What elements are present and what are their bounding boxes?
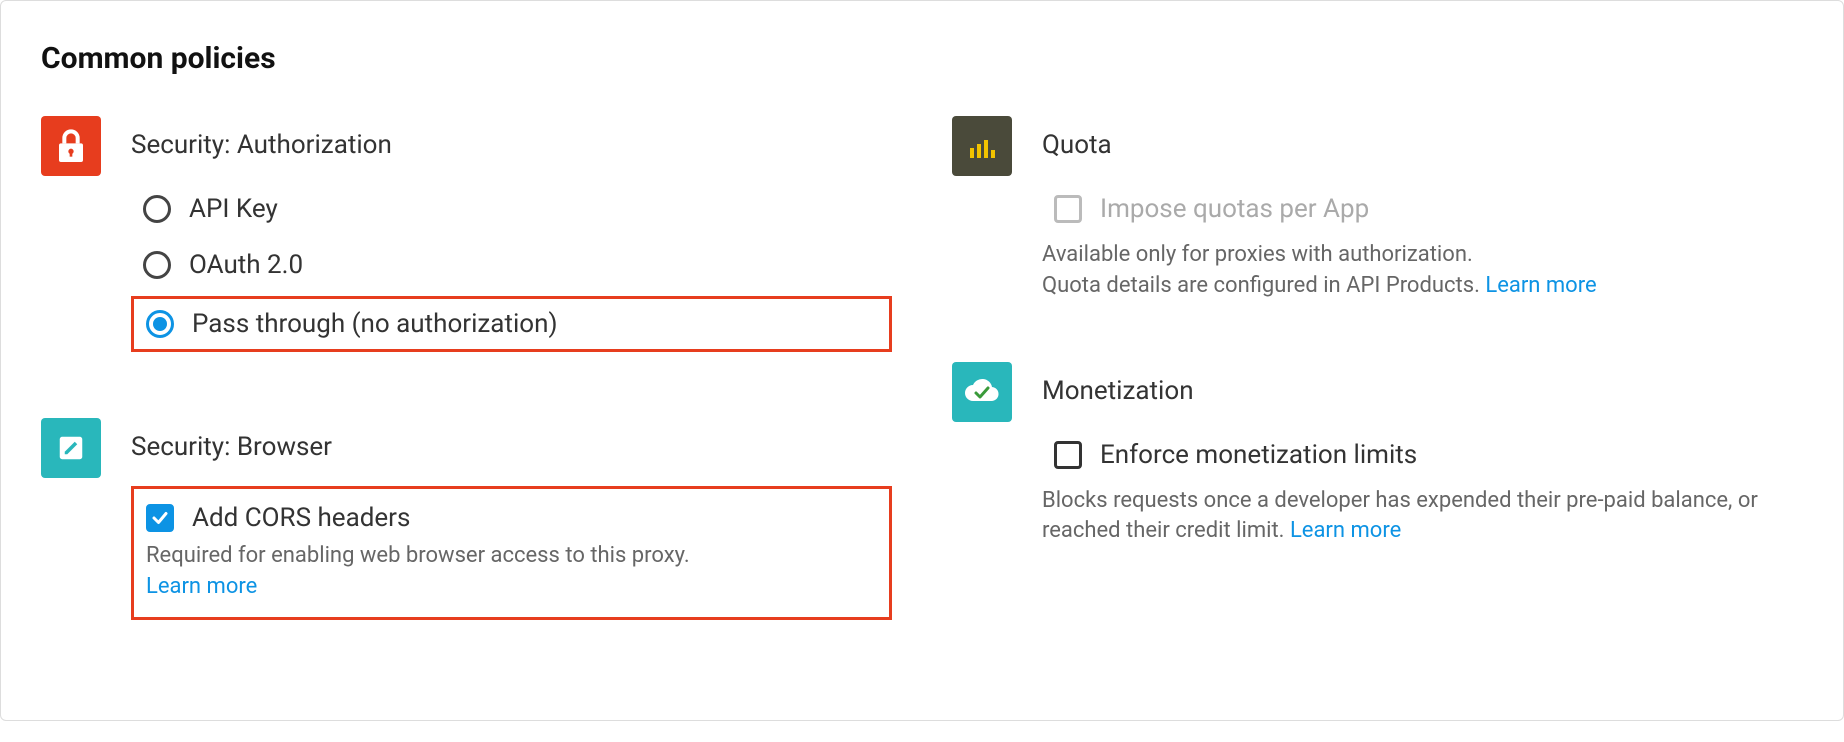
monetization-learn-more-link[interactable]: Learn more <box>1290 518 1401 543</box>
monetization-title: Monetization <box>1042 376 1803 406</box>
quota-block: Quota Impose quotas per App Available on… <box>952 116 1803 302</box>
checkbox-quota-row: Impose quotas per App <box>1042 184 1803 234</box>
radio-passthrough[interactable] <box>146 310 174 338</box>
cors-help: Required for enabling web browser access… <box>146 541 873 603</box>
section-title: Common policies <box>41 41 1803 76</box>
checkbox-cors[interactable] <box>146 504 174 532</box>
right-column: Quota Impose quotas per App Available on… <box>952 116 1803 680</box>
checkbox-quota <box>1054 195 1082 223</box>
checkbox-monetization-row[interactable]: Enforce monetization limits <box>1042 430 1803 480</box>
radio-passthrough-label: Pass through (no authorization) <box>192 309 558 339</box>
cors-highlight-box: Add CORS headers Required for enabling w… <box>131 486 892 620</box>
quota-help-line2: Quota details are configured in API Prod… <box>1042 273 1485 298</box>
security-browser-block: Security: Browser Add CORS headers Requi… <box>41 418 892 620</box>
policies-columns: Security: Authorization API Key OAuth 2.… <box>41 116 1803 680</box>
lock-icon <box>41 116 101 176</box>
quota-content: Quota Impose quotas per App Available on… <box>1042 116 1803 302</box>
cloud-check-icon <box>952 362 1012 422</box>
left-column: Security: Authorization API Key OAuth 2.… <box>41 116 892 680</box>
radio-oauth-row[interactable]: OAuth 2.0 <box>131 240 892 290</box>
radio-api-key[interactable] <box>143 195 171 223</box>
security-authorization-block: Security: Authorization API Key OAuth 2.… <box>41 116 892 358</box>
radio-oauth[interactable] <box>143 251 171 279</box>
pencil-icon <box>41 418 101 478</box>
security-browser-content: Security: Browser Add CORS headers Requi… <box>131 418 892 620</box>
checkbox-cors-row[interactable]: Add CORS headers <box>146 503 873 541</box>
bars-icon <box>952 116 1012 176</box>
monetization-help: Blocks requests once a developer has exp… <box>1042 486 1803 548</box>
checkbox-cors-label: Add CORS headers <box>192 503 410 533</box>
cors-help-text: Required for enabling web browser access… <box>146 543 690 568</box>
radio-api-key-row[interactable]: API Key <box>131 184 892 234</box>
common-policies-panel: Common policies Security: Authorization <box>0 0 1844 721</box>
cors-learn-more-link[interactable]: Learn more <box>146 574 257 599</box>
monetization-content: Monetization Enforce monetization limits… <box>1042 362 1803 548</box>
radio-api-key-label: API Key <box>189 194 278 224</box>
checkbox-quota-label: Impose quotas per App <box>1100 194 1369 224</box>
quota-learn-more-link[interactable]: Learn more <box>1485 273 1596 298</box>
checkbox-monetization-label: Enforce monetization limits <box>1100 440 1417 470</box>
quota-help: Available only for proxies with authoriz… <box>1042 240 1803 302</box>
security-authorization-title: Security: Authorization <box>131 130 892 160</box>
checkbox-monetization[interactable] <box>1054 441 1082 469</box>
radio-passthrough-row[interactable]: Pass through (no authorization) <box>131 296 892 352</box>
radio-oauth-label: OAuth 2.0 <box>189 250 303 280</box>
quota-title: Quota <box>1042 130 1803 160</box>
security-authorization-content: Security: Authorization API Key OAuth 2.… <box>131 116 892 358</box>
monetization-block: Monetization Enforce monetization limits… <box>952 362 1803 548</box>
quota-help-line1: Available only for proxies with authoriz… <box>1042 242 1473 267</box>
security-browser-title: Security: Browser <box>131 432 892 462</box>
